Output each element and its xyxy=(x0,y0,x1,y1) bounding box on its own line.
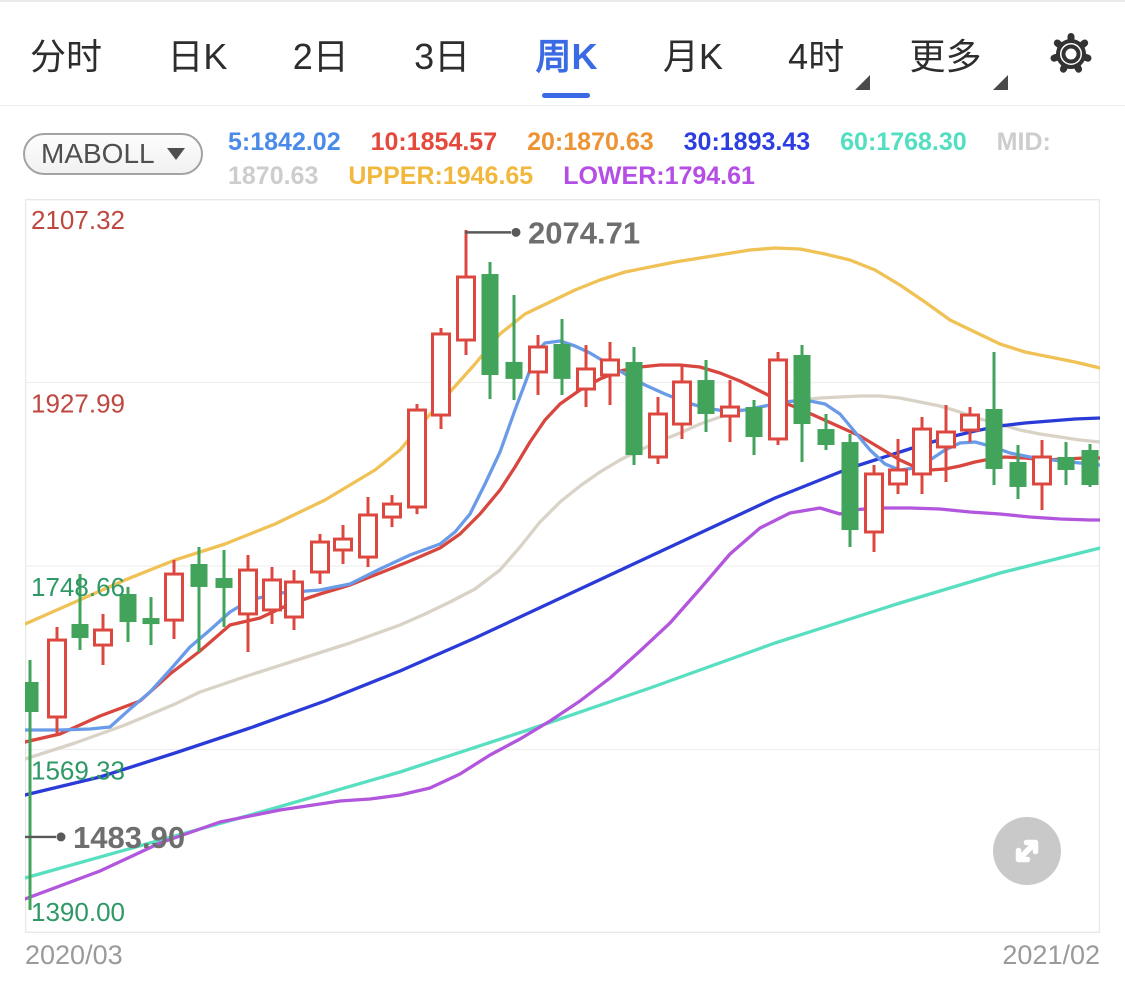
candle xyxy=(240,555,257,652)
indicator-value: 5:1842.02 xyxy=(228,128,341,157)
candle xyxy=(986,352,1003,485)
kline-chart-app: 分时 日K 2日 3日 周K 月K 4时 更多 xyxy=(0,0,1125,985)
candle xyxy=(602,342,619,405)
candle xyxy=(360,497,377,567)
indicator-value: 10:1854.57 xyxy=(371,128,498,157)
x-axis-label-start: 2020/03 xyxy=(25,940,123,971)
candle xyxy=(866,465,883,552)
price-axis-label: 1748.66 xyxy=(31,572,125,602)
candle xyxy=(335,525,352,564)
tab-日K[interactable]: 日K xyxy=(167,28,227,80)
candle xyxy=(312,534,329,584)
candle xyxy=(95,614,112,665)
tab-周K[interactable]: 周K xyxy=(535,28,597,80)
line-ma10 xyxy=(25,365,1100,742)
settings-gear-button[interactable] xyxy=(1047,30,1095,78)
price-annotation: 2074.71 xyxy=(465,215,640,250)
candle xyxy=(554,319,571,395)
chart-canvas: 2107.32 1927.99 1748.66 1569.33 1390.00 2074.… xyxy=(25,199,1100,933)
x-axis-label-end: 2021/02 xyxy=(1002,940,1100,971)
indicator-values-row-2: 1870.63 UPPER:1946.65 LOWER:1794.61 xyxy=(228,159,1051,193)
candle xyxy=(1082,444,1099,487)
candle xyxy=(384,495,401,527)
price-axis-label: 1569.33 xyxy=(31,756,125,786)
candle xyxy=(506,295,523,400)
candle xyxy=(650,397,667,464)
price-axis-label: 2107.32 xyxy=(31,205,125,235)
candle xyxy=(49,627,66,735)
expand-button[interactable] xyxy=(993,817,1061,885)
indicator-value: 30:1893.43 xyxy=(684,128,811,157)
dropdown-caret-icon xyxy=(993,75,1008,90)
expand-arrows-icon xyxy=(993,484,1061,985)
x-axis: 2020/03 2021/02 xyxy=(25,940,1100,971)
candle xyxy=(482,262,499,399)
tab-label: 2日 xyxy=(293,36,349,77)
tab-label: 月K xyxy=(663,36,723,77)
line-ma5 xyxy=(25,341,1100,730)
indicator-value: LOWER:1794.61 xyxy=(563,162,755,191)
indicator-bar: MABOLL 5:1842.02 10:1854.57 20:1870.63 30:1… xyxy=(0,107,1125,199)
candle xyxy=(722,380,739,442)
candle xyxy=(1058,442,1075,485)
tab-label: 分时 xyxy=(30,36,102,77)
tab-4时[interactable]: 4时 xyxy=(788,28,844,80)
candle xyxy=(842,434,859,547)
dropdown-caret-icon xyxy=(855,75,870,90)
indicator-selector-button[interactable]: MABOLL xyxy=(23,133,203,175)
indicator-value: 60:1768.30 xyxy=(840,128,967,157)
indicator-value: 1870.63 xyxy=(228,162,318,191)
candle xyxy=(794,345,811,462)
candle xyxy=(433,328,450,429)
line-boll-mid-ma20 xyxy=(25,396,1100,759)
annotation-value: 1483.90 xyxy=(73,820,185,855)
annotation-value: 2074.71 xyxy=(528,215,640,250)
tab-label: 更多 xyxy=(910,36,982,77)
candle xyxy=(286,570,303,630)
caret-down-icon xyxy=(167,148,185,160)
candle xyxy=(409,404,426,514)
price-annotation: 1483.90 xyxy=(25,820,185,855)
tab-2日[interactable]: 2日 xyxy=(293,28,349,80)
candle xyxy=(143,597,160,645)
tab-月K[interactable]: 月K xyxy=(663,28,723,80)
tab-label: 周K xyxy=(535,36,597,77)
indicator-value: UPPER:1946.65 xyxy=(348,162,533,191)
candle xyxy=(770,352,787,445)
indicator-readouts: 5:1842.02 10:1854.57 20:1870.63 30:1893.43 6… xyxy=(228,125,1051,193)
tab-label: 日K xyxy=(167,36,227,77)
candle xyxy=(216,550,233,627)
indicator-values-row-1: 5:1842.02 10:1854.57 20:1870.63 30:1893.43 6… xyxy=(228,125,1051,159)
tab-3日[interactable]: 3日 xyxy=(414,28,470,80)
line-boll-lower xyxy=(25,508,1100,899)
candle xyxy=(746,400,763,455)
candle xyxy=(626,347,643,465)
line-ma30 xyxy=(25,418,1100,795)
candle xyxy=(458,230,475,355)
tab-分时[interactable]: 分时 xyxy=(30,28,102,80)
gear-icon xyxy=(1047,30,1095,78)
candle xyxy=(166,560,183,639)
price-axis-label: 1390.00 xyxy=(31,897,125,927)
tab-label: 4时 xyxy=(788,36,844,77)
tab-更多[interactable]: 更多 xyxy=(910,28,982,80)
tab-label: 3日 xyxy=(414,36,470,77)
indicator-selector-label: MABOLL xyxy=(41,138,155,170)
indicator-value: 20:1870.63 xyxy=(527,128,654,157)
price-axis-label: 1927.99 xyxy=(31,389,125,419)
candle xyxy=(914,417,931,494)
indicator-value: MID: xyxy=(997,128,1051,157)
tab-bar: 分时 日K 2日 3日 周K 月K 4时 更多 xyxy=(0,2,1125,106)
candlestick-chart[interactable]: 2107.32 1927.99 1748.66 1569.33 1390.00 2074.… xyxy=(25,199,1100,933)
